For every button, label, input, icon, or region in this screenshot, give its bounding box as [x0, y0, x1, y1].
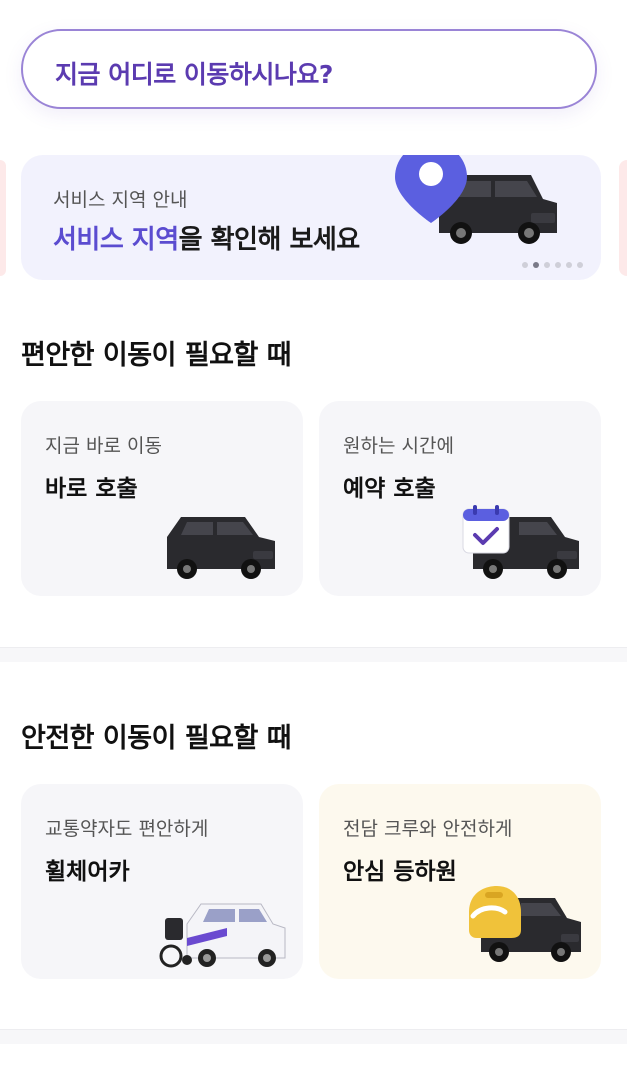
banner-title-highlight: 서비스 지역: [53, 225, 179, 255]
calendar-van-icon: [462, 505, 579, 579]
carousel-indicator: [522, 262, 583, 268]
card-subtitle: 지금 바로 이동: [45, 435, 162, 457]
card-title: 휠체어카: [45, 859, 130, 885]
section-divider: [0, 647, 627, 662]
carousel-next-card-peek[interactable]: [619, 160, 627, 276]
service-area-banner[interactable]: 서비스 지역 안내 서비스 지역을 확인해 보세요: [21, 155, 601, 280]
card-title: 예약 호출: [343, 476, 436, 502]
search-placeholder: 지금 어디로 이동하시나요?: [55, 60, 333, 89]
search-input[interactable]: 지금 어디로 이동하시나요?: [21, 29, 597, 109]
card-wheelchair[interactable]: 교통약자도 편안하게 휠체어카: [21, 784, 303, 979]
section-divider: [0, 1029, 627, 1044]
card-reserve[interactable]: 원하는 시간에 예약 호출: [319, 401, 601, 596]
carousel-dot: [577, 262, 583, 268]
section-title-comfort: 편안한 이동이 필요할 때: [21, 340, 292, 371]
carousel-prev-card-peek[interactable]: [0, 160, 6, 276]
carousel-dot: [522, 262, 528, 268]
card-school-ride[interactable]: 전담 크루와 안전하게 안심 등하원: [319, 784, 601, 979]
card-subtitle: 교통약자도 편안하게: [45, 818, 209, 840]
banner-title: 서비스 지역을 확인해 보세요: [53, 219, 360, 256]
van-icon: [167, 517, 275, 579]
card-subtitle: 전담 크루와 안전하게: [343, 818, 513, 840]
school-van-icon: [469, 886, 581, 962]
banner-title-rest: 을 확인해 보세요: [178, 225, 361, 255]
location-pin-van-icon: [395, 155, 557, 244]
carousel-dot: [544, 262, 550, 268]
card-title: 바로 호출: [45, 476, 138, 502]
section-title-safety: 안전한 이동이 필요할 때: [21, 723, 292, 754]
card-title: 안심 등하원: [343, 859, 457, 885]
card-call-now[interactable]: 지금 바로 이동 바로 호출: [21, 401, 303, 596]
card-subtitle: 원하는 시간에: [343, 435, 454, 457]
wheelchair-van-icon: [159, 903, 286, 968]
carousel-dot-active: [533, 262, 539, 268]
banner-subtitle: 서비스 지역 안내: [53, 189, 188, 211]
carousel-dot: [566, 262, 572, 268]
carousel-dot: [555, 262, 561, 268]
